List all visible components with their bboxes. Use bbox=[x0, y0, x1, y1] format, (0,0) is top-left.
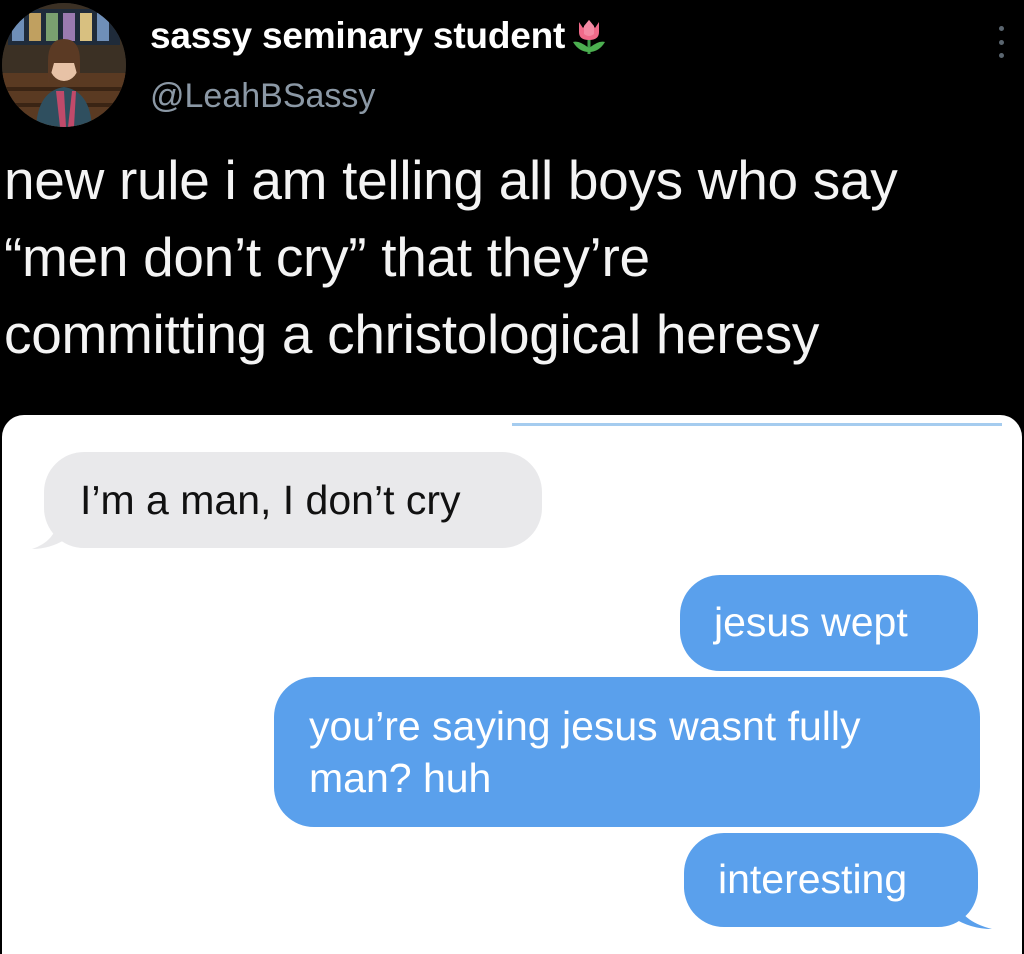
more-vertical-icon[interactable] bbox=[992, 22, 1010, 62]
tweet-text-line: new rule i am telling all boys who say bbox=[4, 149, 898, 211]
message-text: I’m a man, I don’t cry bbox=[80, 477, 461, 523]
display-name-row[interactable]: sassy seminary student bbox=[150, 12, 611, 60]
message-bubble-sent: jesus wept bbox=[680, 575, 978, 671]
tulip-icon bbox=[567, 14, 611, 58]
tweet-media-image[interactable]: I’m a man, I don’t cry jesus wept you’re… bbox=[2, 415, 1022, 954]
message-text: interesting bbox=[718, 856, 908, 902]
message-text: man? huh bbox=[309, 755, 492, 801]
media-top-divider bbox=[512, 423, 1002, 426]
user-handle[interactable]: @LeahBSassy bbox=[150, 74, 375, 118]
menu-dot bbox=[998, 26, 1004, 31]
tweet-text-line: “men don’t cry” that they’re bbox=[4, 226, 650, 288]
tweet-text: new rule i am telling all boys who say “… bbox=[4, 142, 1014, 373]
message-bubble-sent: you’re saying jesus wasnt fully man? huh bbox=[274, 677, 980, 827]
tweet-text-line: committing a christological heresy bbox=[4, 303, 820, 365]
menu-dot bbox=[998, 39, 1004, 45]
message-text: you’re saying jesus wasnt fully bbox=[309, 703, 861, 749]
avatar[interactable] bbox=[2, 3, 126, 127]
message-bubble-sent: interesting bbox=[684, 833, 978, 927]
message-bubble-received: I’m a man, I don’t cry bbox=[44, 452, 542, 548]
menu-dot bbox=[998, 53, 1004, 58]
message-text: jesus wept bbox=[714, 599, 908, 645]
display-name[interactable]: sassy seminary student bbox=[150, 12, 565, 60]
